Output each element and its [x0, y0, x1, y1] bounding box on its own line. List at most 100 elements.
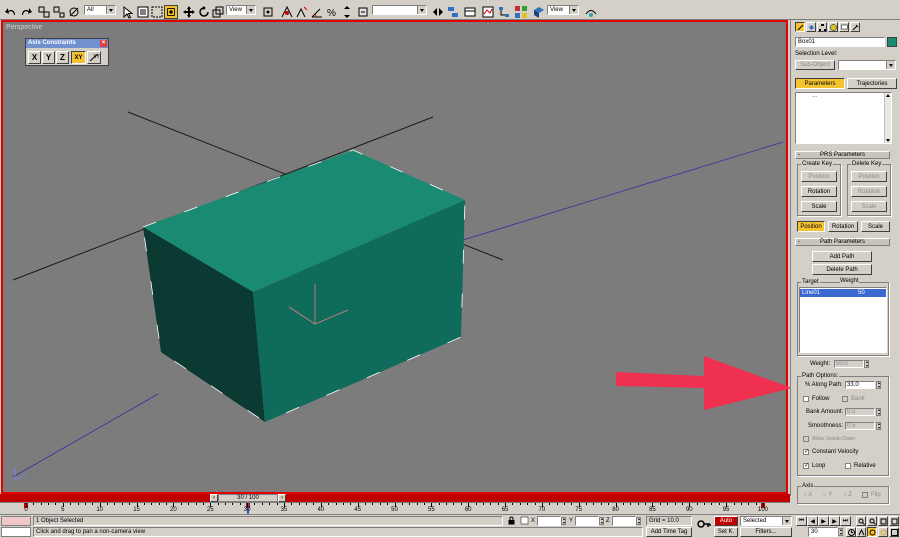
time-slider-thumb[interactable]: 30 / 100	[218, 494, 278, 502]
constraint-x-button[interactable]: X	[28, 51, 41, 64]
time-slider-track[interactable]	[0, 494, 790, 502]
time-slider-prev-button[interactable]: ‹	[210, 494, 218, 502]
lock-selection-icon[interactable]	[507, 516, 516, 525]
bind-space-warp-icon[interactable]	[67, 5, 81, 19]
list-item[interactable]: ...	[812, 93, 817, 99]
select-by-name-icon[interactable]	[136, 5, 150, 19]
path-parameters-rollout[interactable]: - Path Parameters	[795, 238, 890, 246]
render-type-dropdown[interactable]: View	[547, 5, 579, 15]
redo-icon[interactable]	[19, 5, 33, 19]
percent-snap-icon[interactable]: %	[325, 5, 339, 19]
previous-frame-icon[interactable]: ◀	[807, 516, 818, 526]
zoom-extents-all-icon[interactable]	[889, 516, 899, 526]
flip-checkbox[interactable]	[862, 492, 868, 498]
mirror-icon[interactable]	[431, 5, 445, 19]
constant-velocity-checkbox[interactable]: ✓	[803, 449, 809, 455]
snap-toggle-icon[interactable]	[295, 5, 309, 19]
add-path-button[interactable]: Add Path	[812, 251, 872, 262]
align-icon[interactable]	[446, 5, 460, 19]
bank-amount-spinner-arrows[interactable]	[876, 408, 881, 416]
path-target-list[interactable]: Line01 50	[799, 287, 887, 353]
select-and-scale-icon[interactable]	[211, 5, 225, 19]
arc-rotate-icon[interactable]	[878, 527, 888, 537]
y-coord-field[interactable]	[575, 516, 599, 526]
along-path-spinner-arrows[interactable]	[876, 381, 881, 389]
go-to-end-icon[interactable]: ⏭	[840, 516, 851, 526]
key-filter-dropdown[interactable]: Selected	[740, 516, 792, 526]
rotation-mode-button[interactable]: Rotation	[828, 221, 858, 232]
utilities-tab-icon[interactable]	[850, 22, 860, 32]
named-selection-icon[interactable]	[356, 5, 370, 19]
key-filters-button[interactable]: Filters...	[740, 527, 792, 537]
allow-upside-down-checkbox[interactable]	[803, 436, 809, 442]
select-object-icon[interactable]	[121, 5, 135, 19]
y-coord-spinner[interactable]	[599, 517, 604, 525]
auto-key-button[interactable]: Auto	[714, 516, 738, 526]
zoom-extents-icon[interactable]	[878, 516, 888, 526]
smoothness-spinner-field[interactable]: 0.5	[845, 422, 875, 430]
axis-constraints-titlebar[interactable]: Axis Constraints ×	[26, 39, 108, 48]
list-item[interactable]: Line01 50	[800, 289, 886, 297]
axis-y-radio[interactable]: ○ Y	[823, 492, 832, 499]
key-mode-icon[interactable]	[697, 517, 711, 531]
render-scene-icon[interactable]	[532, 5, 546, 19]
selection-filter-dropdown[interactable]: All	[84, 5, 116, 15]
angle-snap-icon[interactable]	[310, 5, 324, 19]
track-view-icon[interactable]	[481, 5, 495, 19]
list-scrollbar[interactable]	[884, 93, 891, 143]
position-mode-button[interactable]: Position	[797, 221, 825, 232]
current-frame-field[interactable]: 30	[808, 527, 838, 537]
smoothness-spinner-arrows[interactable]	[876, 422, 881, 430]
field-of-view-icon[interactable]	[856, 527, 866, 537]
delete-rotation-key-button[interactable]: Rotation	[851, 186, 887, 197]
spinner-snap-icon[interactable]	[340, 5, 354, 19]
layer-manager-icon[interactable]	[463, 5, 477, 19]
time-configuration-icon[interactable]	[846, 527, 856, 537]
x-coord-spinner[interactable]	[561, 517, 566, 525]
tab-trajectories[interactable]: Trajectories	[847, 78, 897, 89]
axis-x-radio[interactable]: ○ X	[803, 492, 812, 499]
create-position-key-button[interactable]: Position	[801, 171, 837, 182]
set-key-button[interactable]: Set K.	[714, 527, 738, 537]
motion-tab-icon[interactable]	[828, 22, 838, 32]
z-coord-spinner[interactable]	[636, 517, 641, 525]
current-frame-spinner[interactable]	[838, 528, 843, 536]
modify-tab-icon[interactable]	[806, 22, 816, 32]
unlink-icon[interactable]	[52, 5, 66, 19]
select-and-rotate-icon[interactable]	[197, 5, 211, 19]
object-name-field[interactable]: Box01	[795, 37, 885, 47]
next-frame-icon[interactable]: ▶	[829, 516, 840, 526]
x-coord-field[interactable]	[537, 516, 561, 526]
follow-checkbox[interactable]	[803, 396, 809, 402]
relative-checkbox[interactable]	[845, 463, 851, 469]
weight-spinner-arrows[interactable]	[864, 360, 869, 368]
rectangular-selection-icon[interactable]	[150, 5, 164, 19]
loop-checkbox[interactable]: ✓	[803, 463, 809, 469]
named-selection-dropdown[interactable]	[372, 5, 427, 15]
axis-z-radio[interactable]: ○ Z	[843, 492, 852, 499]
constraint-y-button[interactable]: Y	[42, 51, 55, 64]
sub-object-dropdown[interactable]	[838, 60, 896, 70]
display-tab-icon[interactable]	[839, 22, 849, 32]
create-tab-icon[interactable]	[795, 22, 805, 32]
bank-checkbox[interactable]	[842, 396, 848, 402]
scroll-down-arrow[interactable]	[886, 139, 890, 142]
close-icon[interactable]: ×	[100, 40, 107, 47]
reference-coordinate-dropdown[interactable]: View	[226, 5, 256, 15]
bank-amount-spinner-field[interactable]: 0.5	[845, 408, 875, 416]
weight-spinner-field[interactable]: 50.0	[834, 360, 864, 368]
scroll-up-arrow[interactable]	[886, 94, 890, 97]
schematic-view-icon[interactable]	[497, 5, 511, 19]
quick-render-icon[interactable]	[584, 5, 598, 19]
constraint-z-button[interactable]: Z	[56, 51, 69, 64]
play-icon[interactable]: ▶	[818, 516, 829, 526]
absolute-mode-icon[interactable]	[520, 516, 529, 525]
select-and-manipulate-icon[interactable]	[280, 5, 294, 19]
window-crossing-icon[interactable]	[164, 5, 178, 19]
delete-position-key-button[interactable]: Position	[851, 171, 887, 182]
perspective-viewport[interactable]: Perspective	[1, 20, 788, 494]
tab-parameters[interactable]: Parameters	[795, 78, 845, 89]
go-to-start-icon[interactable]: ⏮	[796, 516, 807, 526]
create-rotation-key-button[interactable]: Rotation	[801, 186, 837, 197]
select-and-move-icon[interactable]	[182, 5, 196, 19]
